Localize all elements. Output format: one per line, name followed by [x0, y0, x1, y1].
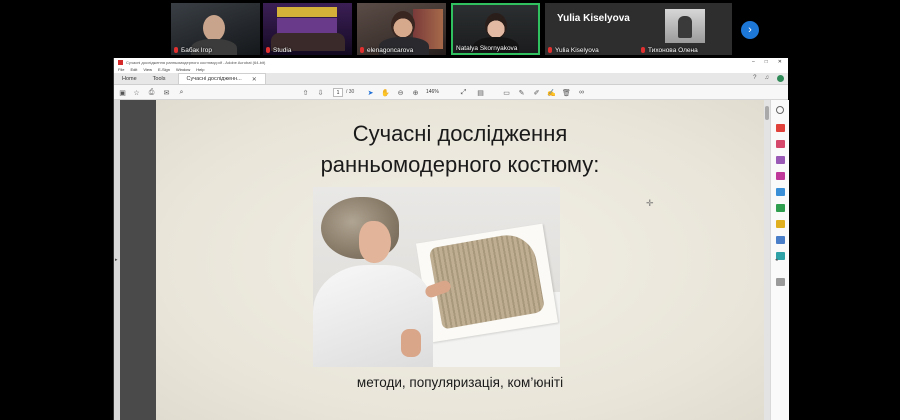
save-icon[interactable]: ▣ — [118, 88, 127, 97]
chevron-right-icon: ▸ — [115, 257, 118, 263]
bell-icon[interactable]: ♫ — [765, 75, 770, 82]
page-total: / 30 — [346, 89, 355, 95]
create-pdf-icon[interactable] — [776, 140, 785, 148]
right-tools-rail: ◂ — [770, 100, 789, 420]
chevron-right-icon: › — [748, 24, 752, 36]
participant-name: elenagoncarova — [367, 47, 414, 54]
mic-muted-icon — [174, 47, 178, 53]
menu-bar: File Edit View E-Sign Window Help — [114, 66, 788, 73]
combine-files-icon[interactable] — [776, 172, 785, 180]
participant-strip: Бабак Ігор Studia elenagoncarova Natalya… — [0, 0, 900, 58]
slide-photo — [313, 187, 560, 367]
participant-avatar — [665, 9, 705, 43]
comment-icon[interactable]: ▭ — [502, 88, 511, 97]
main-toolbar: ▣ ☆ ⎙ ✉ ⌕ ⇧ ⇩ 1 / 30 ➤ ✋ ⊖ ⊕ 146% ⤢ ▤ ▭ … — [114, 85, 788, 100]
search-icon[interactable]: ⌕ — [177, 88, 186, 97]
pdf-page: Сучасні дослідження ранньомодерного кост… — [156, 100, 764, 420]
menu-esign[interactable]: E-Sign — [158, 67, 170, 72]
upload-icon[interactable]: ⇧ — [301, 88, 310, 97]
download-icon[interactable]: ⇩ — [316, 88, 325, 97]
tab-tools[interactable]: Tools — [145, 73, 174, 84]
participant-tile-active-speaker[interactable]: Natalya Skornyakova — [451, 3, 540, 55]
next-participants-button[interactable]: › — [741, 21, 759, 39]
pen-icon[interactable]: ✎ — [517, 88, 526, 97]
document-tab-label: Сучасні дослідженн... — [186, 76, 242, 82]
window-titlebar: Сучасні дослідження ранньомодерного кост… — [114, 58, 788, 66]
photo-face — [359, 221, 391, 263]
menu-help[interactable]: Help — [196, 67, 204, 72]
comment-icon[interactable] — [776, 156, 785, 164]
event-banner — [277, 7, 337, 17]
page-number-input[interactable]: 1 — [333, 88, 343, 97]
participant-face — [203, 15, 225, 41]
participant-tile[interactable]: elenagoncarova — [357, 3, 446, 55]
window-title: Сучасні дослідження ранньомодерного кост… — [126, 59, 266, 65]
chevron-left-icon[interactable]: ◂ — [775, 257, 778, 263]
tab-home[interactable]: Home — [114, 73, 145, 84]
maximize-button[interactable]: □ — [765, 59, 768, 65]
participant-tile[interactable]: Yulia Kiselyova Yulia Kiselyova — [545, 3, 645, 55]
mic-muted-icon — [641, 47, 645, 53]
menu-edit[interactable]: Edit — [130, 67, 137, 72]
participant-tile[interactable]: Бабак Ігор — [171, 3, 260, 55]
more-tools-icon[interactable] — [776, 278, 785, 286]
participant-tile[interactable]: Studia — [263, 3, 352, 55]
acrobat-window: Сучасні дослідження ранньомодерного кост… — [113, 58, 789, 420]
edit-pdf-icon[interactable] — [776, 188, 785, 196]
zoom-icon[interactable] — [776, 106, 784, 114]
organize-pages-icon[interactable] — [776, 204, 785, 212]
mic-muted-icon — [548, 47, 552, 53]
link-icon[interactable]: ∞ — [577, 88, 586, 97]
zoom-dropdown[interactable]: 146% — [426, 89, 439, 95]
participant-name: Бабак Ігор — [181, 47, 212, 54]
hand-icon[interactable]: ✋ — [381, 88, 390, 97]
acrobat-logo-icon — [118, 59, 123, 65]
export-pdf-icon[interactable] — [776, 124, 785, 132]
participant-name: Yulia Kiselyova — [555, 47, 599, 54]
send-icon[interactable] — [776, 220, 785, 228]
participant-tile[interactable]: Тихонова Олена — [638, 3, 732, 55]
mic-muted-icon — [266, 47, 270, 53]
star-icon[interactable]: ☆ — [132, 88, 141, 97]
close-tab-icon[interactable]: ✕ — [252, 76, 257, 83]
zoom-out-icon[interactable]: ⊖ — [396, 88, 405, 97]
menu-file[interactable]: File — [118, 67, 124, 72]
account-avatar[interactable] — [777, 75, 784, 82]
zoom-in-icon[interactable]: ⊕ — [411, 88, 420, 97]
participant-face — [391, 11, 415, 39]
slide-title: Сучасні дослідження ранньомодерного кост… — [320, 121, 600, 177]
participant-name: Тихонова Олена — [648, 47, 698, 54]
tab-bar: Home Tools Сучасні дослідженн... ✕ ? ♫ — [114, 73, 788, 85]
participant-name: Studia — [273, 47, 292, 54]
delete-icon[interactable]: 🗑 — [562, 88, 571, 97]
fit-page-icon[interactable]: ⤢ — [459, 88, 468, 97]
mic-muted-icon — [360, 47, 364, 53]
sign-icon[interactable]: ✍ — [547, 88, 556, 97]
help-icon[interactable]: ? — [753, 75, 756, 82]
minimize-button[interactable]: – — [752, 59, 755, 65]
photo-hand — [401, 329, 421, 357]
highlight-icon[interactable]: ✐ — [532, 88, 541, 97]
participant-name: Natalya Skornyakova — [456, 45, 518, 52]
protect-icon[interactable] — [776, 236, 785, 244]
print-icon[interactable]: ⎙ — [147, 88, 156, 97]
document-viewport[interactable]: ▸ Сучасні дослідження ранньомодерного ко… — [114, 100, 789, 420]
participant-face — [485, 13, 507, 39]
left-panel-toggle[interactable]: ▸ — [114, 100, 120, 420]
tab-document[interactable]: Сучасні дослідженн... ✕ — [177, 73, 266, 84]
select-cursor-icon[interactable]: ➤ — [366, 88, 375, 97]
menu-view[interactable]: View — [143, 67, 152, 72]
crosshair-cursor-icon: ✛ — [646, 198, 654, 208]
scrollbar-thumb[interactable] — [765, 106, 769, 120]
mail-icon[interactable]: ✉ — [162, 88, 171, 97]
slide-caption: методи, популяризація, ком’юніті — [356, 375, 564, 390]
menu-window[interactable]: Window — [176, 67, 190, 72]
participant-tile-title: Yulia Kiselyova — [557, 13, 630, 24]
scroll-mode-icon[interactable]: ▤ — [476, 88, 485, 97]
close-window-button[interactable]: ✕ — [778, 59, 782, 65]
